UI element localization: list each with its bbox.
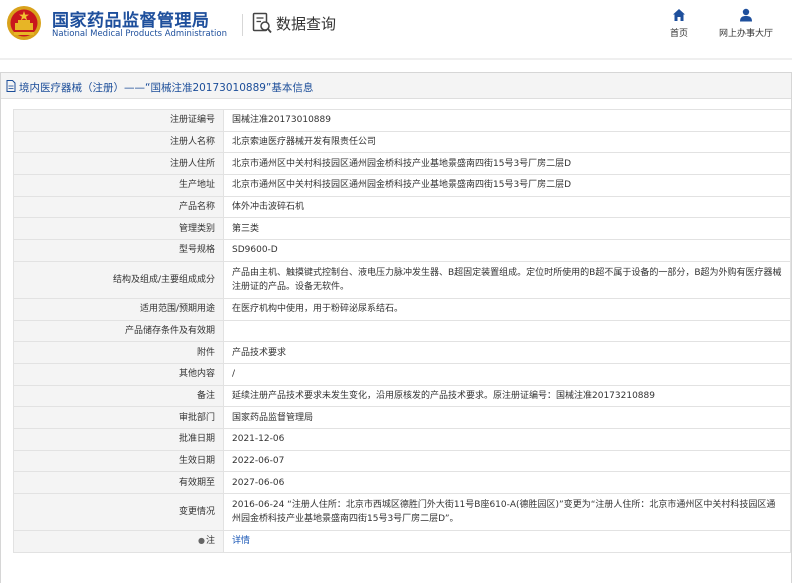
table-row: 有效期至 2027-06-06 (13, 471, 791, 494)
table-row: 备注 延续注册产品技术要求未发生变化，沿用原核发的产品技术要求。原注册证编号：国械… (13, 384, 791, 408)
row-label: 注册人住所 (13, 152, 224, 176)
nav-hall-label: 网上办事大厅 (718, 29, 773, 39)
row-value: 北京市通州区中关村科技园区通州园金桥科技产业基地景盛南四街15号3号厂房二层D (223, 174, 791, 197)
row-label: 审批部门 (13, 406, 224, 429)
document-icon (6, 80, 16, 92)
row-value: 2027-06-06 (223, 471, 791, 494)
row-value: 第三类 (223, 217, 791, 241)
details-link[interactable]: 详情 (232, 536, 250, 546)
row-value: 2021-12-06 (223, 427, 791, 451)
row-label: 批准日期 (13, 427, 224, 451)
row-label: 有效期至 (13, 471, 224, 494)
row-label: 生效日期 (13, 449, 224, 473)
panel-title-bar: 境内医疗器械（注册）——“国械注准20173010889”基本信息 (1, 73, 791, 99)
row-label: 适用范围/预期用途 (13, 297, 224, 321)
row-label: 注册人名称 (13, 130, 224, 154)
row-label: 生产地址 (13, 174, 224, 197)
site-header: 国家药品监督管理局 National Medical Products Admi… (0, 0, 792, 48)
detail-panel: 境内医疗器械（注册）——“国械注准20173010889”基本信息 注册证编号国… (0, 72, 792, 583)
row-label: 变更情况 (13, 493, 224, 531)
header-divider (242, 14, 243, 36)
row-value: 2016-06-24 “注册人住所：北京市西城区德胜门外大街11号B座610-A… (223, 493, 791, 531)
row-label: 产品名称 (13, 195, 224, 219)
row-value: 北京市通州区中关村科技园区通州园金桥科技产业基地景盛南四街15号3号厂房二层D (223, 152, 791, 176)
row-value: 产品由主机、触摸键式控制台、液电压力脉冲发生器、B超固定装置组成。定位时所使用的… (223, 260, 791, 299)
table-row: 变更情况 2016-06-24 “注册人住所：北京市西城区德胜门外大街11号B座6… (13, 493, 791, 531)
national-emblem-icon (7, 6, 41, 40)
row-value: 体外冲击波碎石机 (223, 195, 791, 219)
row-label: 注册证编号 (13, 109, 224, 132)
table-row: ●注 详情 (13, 530, 791, 553)
row-value: SD9600-D (223, 239, 791, 262)
row-value: 详情 (223, 530, 791, 553)
table-row: 其他内容 / (13, 362, 791, 386)
row-label-note: ●注 (13, 530, 224, 553)
table-row: 产品储存条件及有效期 (13, 319, 791, 343)
table-row: 生效日期 2022-06-07 (13, 449, 791, 473)
user-icon (740, 8, 752, 22)
table-row: 管理类别 第三类 (13, 217, 791, 241)
row-value: / (223, 362, 791, 386)
row-label: 注 (205, 536, 215, 547)
table-row: 注册证编号 国械注准20173010889 (13, 109, 791, 132)
nav-hall-link[interactable]: 网上办事大厅 (716, 8, 776, 39)
table-row: 适用范围/预期用途 在医疗机构中使用，用于粉碎泌尿系结石。 (13, 297, 791, 321)
row-label: 型号规格 (13, 239, 224, 262)
table-row: 批准日期 2021-12-06 (13, 427, 791, 451)
nav-home-link[interactable]: 首页 (662, 8, 696, 39)
row-label: 产品储存条件及有效期 (13, 319, 224, 343)
row-value: 2022-06-07 (223, 449, 791, 473)
row-label: 结构及组成/主要组成成分 (13, 260, 224, 299)
row-value: 在医疗机构中使用，用于粉碎泌尿系结石。 (223, 297, 791, 321)
home-icon (673, 9, 685, 21)
table-row: 附件 产品技术要求 (13, 341, 791, 364)
table-row: 结构及组成/主要组成成分 产品由主机、触摸键式控制台、液电压力脉冲发生器、B超固定… (13, 260, 791, 299)
row-value (223, 319, 791, 343)
table-row: 审批部门 国家药品监督管理局 (13, 406, 791, 429)
panel-title-text: 境内医疗器械（注册）——“国械注准20173010889”基本信息 (19, 82, 314, 94)
row-value: 产品技术要求 (223, 341, 791, 364)
nav-home-label: 首页 (669, 29, 688, 39)
row-value: 国械注准20173010889 (223, 109, 791, 132)
row-label: 其他内容 (13, 362, 224, 386)
table-row: 注册人住所 北京市通州区中关村科技园区通州园金桥科技产业基地景盛南四街15号3号厂… (13, 152, 791, 176)
brand-title: 国家药品监督管理局 (52, 11, 210, 31)
row-value: 国家药品监督管理局 (223, 406, 791, 429)
table-row: 产品名称 体外冲击波碎石机 (13, 195, 791, 219)
row-label: 附件 (13, 341, 224, 364)
pin-icon: ● (198, 536, 205, 546)
row-label: 管理类别 (13, 217, 224, 241)
row-label: 备注 (13, 384, 224, 408)
table-row: 注册人名称 北京索迪医疗器械开发有限责任公司 (13, 130, 791, 154)
table-row: 型号规格 SD9600-D (13, 239, 791, 262)
detail-table: 注册证编号 国械注准20173010889 注册人名称 北京索迪医疗器械开发有限责任… (13, 109, 791, 553)
row-value: 延续注册产品技术要求未发生变化，沿用原核发的产品技术要求。原注册证编号：国械注准… (223, 384, 791, 408)
brand-subtitle: National Medical Products Administration (52, 29, 227, 39)
page-title: 数据查询 (276, 15, 337, 33)
header-rule (0, 58, 792, 60)
row-value: 北京索迪医疗器械开发有限责任公司 (223, 130, 791, 154)
table-row: 生产地址 北京市通州区中关村科技园区通州园金桥科技产业基地景盛南四街15号3号厂房… (13, 174, 791, 197)
search-document-icon (252, 12, 272, 34)
